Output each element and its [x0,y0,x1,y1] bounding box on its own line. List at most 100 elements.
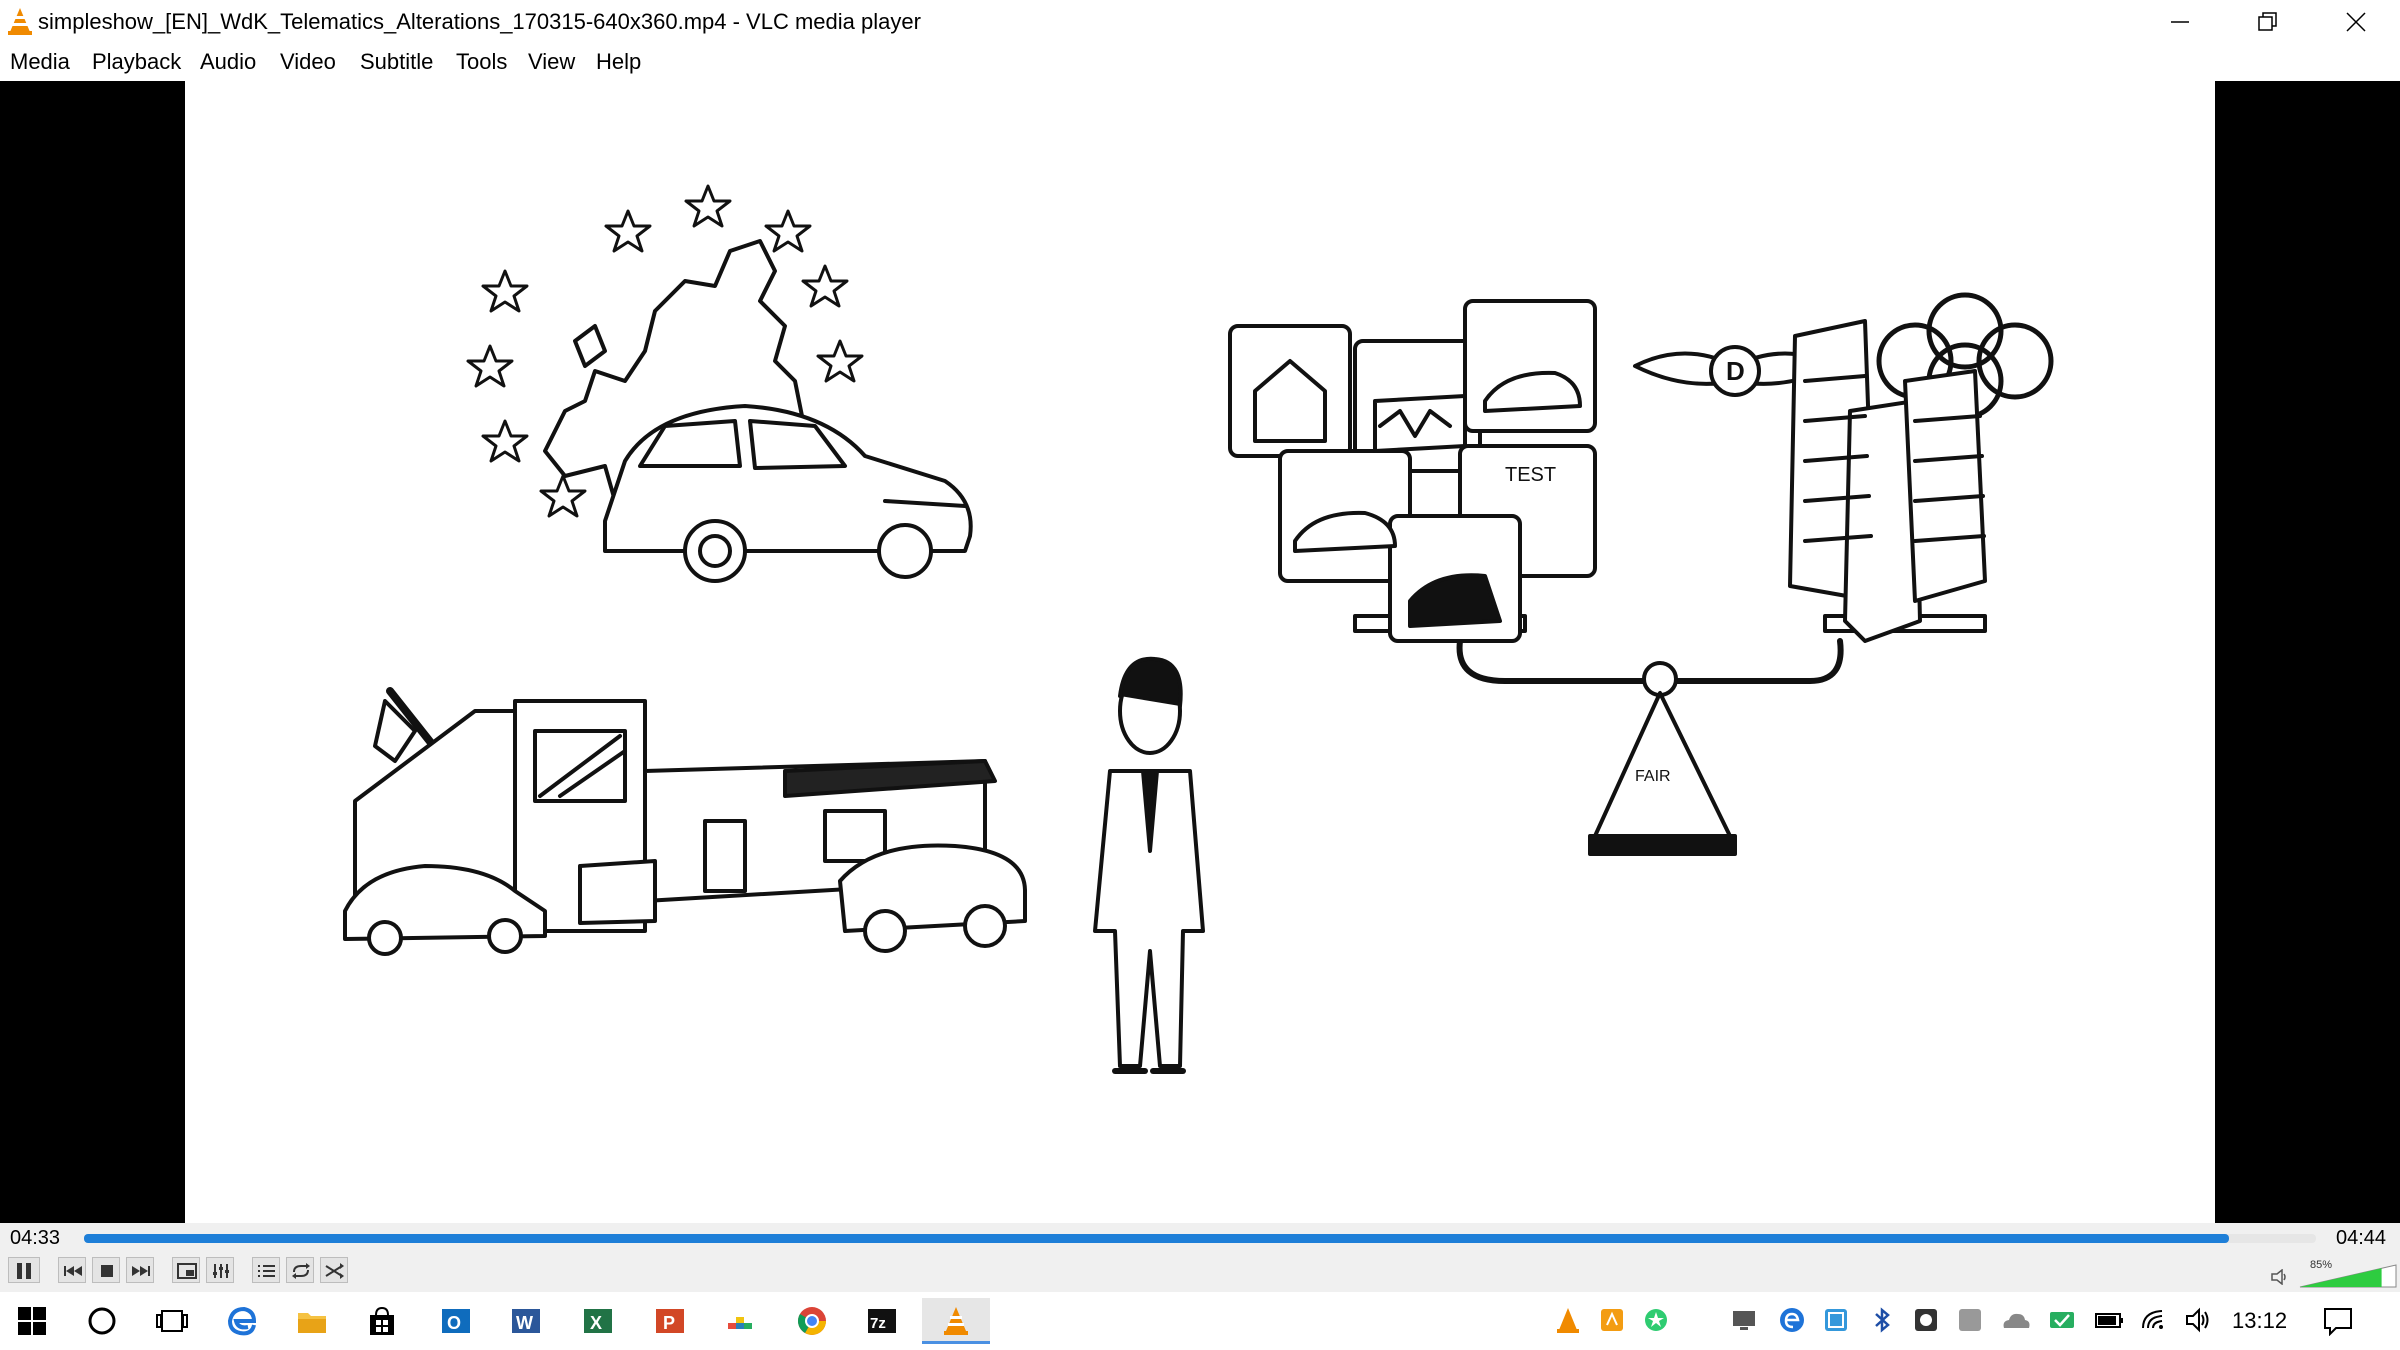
task-view-icon [156,1310,188,1332]
menu-playback[interactable]: Playback [92,49,181,75]
playback-controls: 04:33 04:44 85% [0,1223,2400,1292]
word-button[interactable]: W [500,1298,552,1344]
app-tray-icon-2[interactable] [1642,1306,1670,1334]
outlook-icon: O [442,1309,470,1333]
7zip-button[interactable]: 7z [856,1298,908,1344]
powerpoint-button[interactable]: P [644,1298,696,1344]
seek-bar-fill [84,1234,2229,1243]
menu-tools[interactable]: Tools [456,49,507,75]
bluetooth-icon[interactable] [1868,1306,1896,1334]
app-button[interactable] [716,1298,768,1344]
menu-view[interactable]: View [528,49,575,75]
stop-icon [101,1265,113,1277]
defender-icon[interactable] [2048,1306,2076,1334]
playlist-button[interactable] [252,1257,280,1283]
video-illustration: FAIR TEST D [343,184,2054,1074]
total-time: 04:44 [2336,1227,2387,1249]
powerpoint-icon: P [656,1309,684,1333]
menu-video[interactable]: Video [280,49,336,75]
store-button[interactable] [356,1298,408,1344]
app-tray-icon-5[interactable] [1956,1306,1984,1334]
wifi-icon[interactable] [2140,1306,2168,1334]
taskbar-clock[interactable]: 13:12 [2232,1308,2287,1334]
svg-text:P: P [663,1313,675,1333]
next-button[interactable] [126,1257,154,1283]
app-icon [728,1317,752,1329]
businessman-illustration [1093,656,1205,1074]
speaker-icon[interactable] [2184,1306,2212,1334]
start-button[interactable] [6,1298,58,1344]
seek-bar[interactable] [84,1234,2316,1243]
action-center-icon[interactable] [2322,1306,2354,1336]
restore-icon [2258,12,2277,31]
svg-text:D: D [1726,356,1745,386]
app-tray-icon[interactable] [1598,1306,1626,1334]
close-icon [2346,12,2366,32]
video-frame: FAIR TEST D [185,81,2215,1223]
menu-audio[interactable]: Audio [200,49,256,75]
menu-bar: Media Playback Audio Video Subtitle Tool… [0,43,2400,81]
previous-icon [64,1266,82,1276]
app-tray-icon-3[interactable] [1822,1306,1850,1334]
svg-text:TEST: TEST [1505,464,1556,486]
minimize-button[interactable] [2136,0,2224,43]
restore-button[interactable] [2224,0,2312,43]
speaker-mute-icon[interactable] [2270,1269,2290,1285]
title-bar: simpleshow_[EN]_WdK_Telematics_Alteratio… [0,0,2400,43]
close-button[interactable] [2312,0,2400,43]
pause-button[interactable] [8,1257,40,1283]
store-icon [370,1306,394,1335]
vlc-tray-icon[interactable] [1554,1306,1582,1334]
word-icon: W [512,1309,540,1333]
chrome-button[interactable] [786,1298,838,1344]
extended-settings-button[interactable] [206,1257,234,1283]
windows-taskbar: O W X P 7z 13:12 [0,1292,2400,1350]
stop-button[interactable] [92,1257,120,1283]
hatchback-car-illustration [603,404,973,583]
outlook-button[interactable]: O [430,1298,482,1344]
monitor-icon[interactable] [1730,1306,1758,1334]
elapsed-time: 04:33 [10,1227,61,1249]
svg-text:7z: 7z [870,1315,886,1332]
vlc-cone-icon [8,8,32,35]
next-icon [132,1266,150,1276]
file-explorer-icon [298,1313,326,1333]
onedrive-icon[interactable] [2000,1306,2032,1334]
cortana-button[interactable] [76,1298,128,1344]
start-icon [18,1307,46,1335]
loop-button[interactable] [286,1257,314,1283]
volume-slider[interactable] [2298,1263,2398,1289]
loop-icon [292,1263,310,1279]
excel-button[interactable]: X [572,1298,624,1344]
fullscreen-button[interactable] [172,1257,200,1283]
video-area[interactable]: FAIR TEST D [0,81,2400,1223]
previous-button[interactable] [58,1257,86,1283]
edge-tray-icon[interactable] [1778,1306,1806,1334]
menu-subtitle[interactable]: Subtitle [360,49,433,75]
vlc-taskbar-button[interactable] [922,1298,990,1344]
vlc-icon [944,1307,968,1335]
menu-media[interactable]: Media [10,49,70,75]
app-tray-icon-4[interactable] [1912,1306,1940,1334]
volume-slider-fill [2300,1268,2382,1287]
fullscreen-icon [177,1263,197,1279]
file-explorer-button[interactable] [286,1298,338,1344]
excel-icon: X [584,1309,612,1333]
car-workshop-illustration [343,687,1027,956]
minimize-icon [2171,21,2189,23]
playlist-icon [258,1265,275,1277]
shuffle-button[interactable] [320,1257,348,1283]
service-icons-illustration: TEST [1228,299,1597,643]
window-title: simpleshow_[EN]_WdK_Telematics_Alteratio… [38,9,921,34]
battery-icon[interactable] [2094,1306,2124,1334]
balance-scale-illustration: FAIR [1353,614,1987,856]
extended-settings-icon [213,1264,229,1278]
svg-text:O: O [447,1313,461,1333]
menu-help[interactable]: Help [596,49,641,75]
svg-text:X: X [590,1313,602,1333]
edge-button[interactable] [216,1298,268,1344]
edge-icon [227,1306,257,1336]
office-buildings-illustration [1788,319,1987,643]
svg-text:W: W [516,1313,533,1333]
task-view-button[interactable] [146,1298,198,1344]
